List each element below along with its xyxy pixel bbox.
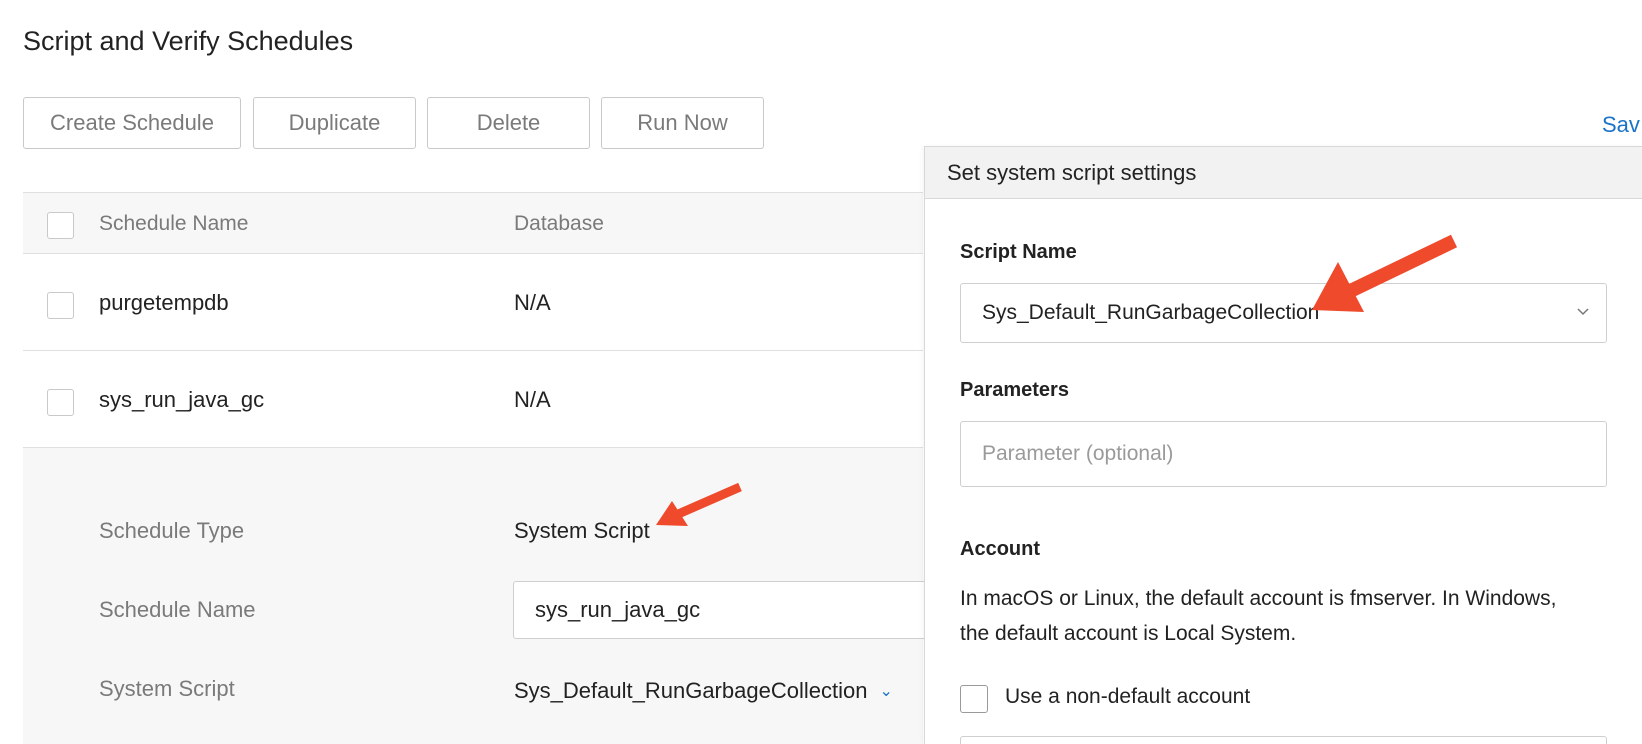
- delete-button[interactable]: Delete: [427, 97, 590, 149]
- parameters-placeholder: Parameter (optional): [982, 442, 1174, 465]
- account-name-input[interactable]: [960, 736, 1607, 744]
- create-schedule-button[interactable]: Create Schedule: [23, 97, 241, 149]
- chevron-down-icon: [1577, 308, 1589, 316]
- row-checkbox[interactable]: [47, 389, 74, 416]
- duplicate-button[interactable]: Duplicate: [253, 97, 416, 149]
- chevron-down-icon: ⌄: [879, 683, 893, 700]
- schedule-name-label: Schedule Name: [99, 597, 256, 622]
- script-name-value: Sys_Default_RunGarbageCollection: [982, 301, 1320, 324]
- parameters-input[interactable]: Parameter (optional): [960, 421, 1607, 487]
- system-script-label: System Script: [99, 676, 235, 701]
- annotation-arrow-icon: [1312, 234, 1458, 312]
- column-header-database[interactable]: Database: [514, 212, 604, 236]
- system-script-value: Sys_Default_RunGarbageCollection: [514, 678, 868, 703]
- schedule-type-label: Schedule Type: [99, 518, 245, 543]
- non-default-account-checkbox[interactable]: [960, 685, 988, 713]
- row-schedule-name: purgetempdb: [99, 290, 229, 315]
- account-label: Account: [960, 538, 1040, 560]
- table-header: Schedule Name Database: [23, 192, 923, 254]
- script-name-select[interactable]: Sys_Default_RunGarbageCollection: [960, 283, 1607, 343]
- save-link[interactable]: Sav: [1602, 112, 1640, 138]
- non-default-account-label[interactable]: Use a non-default account: [1005, 685, 1250, 709]
- row-checkbox[interactable]: [47, 292, 74, 319]
- schedule-name-input[interactable]: sys_run_java_gc: [513, 581, 933, 639]
- select-all-checkbox[interactable]: [47, 212, 74, 239]
- account-description: In macOS or Linux, the default account i…: [960, 587, 1557, 645]
- table-row[interactable]: sys_run_java_gc N/A: [23, 352, 923, 448]
- run-now-button[interactable]: Run Now: [601, 97, 764, 149]
- script-settings-panel: Set system script settings Script Name S…: [924, 146, 1642, 744]
- row-schedule-name: sys_run_java_gc: [99, 387, 265, 412]
- panel-title: Set system script settings: [925, 147, 1642, 199]
- page-title: Script and Verify Schedules: [23, 26, 354, 56]
- parameters-label: Parameters: [960, 379, 1069, 401]
- schedule-type-value: System Script: [514, 518, 650, 543]
- schedule-name-input-value: sys_run_java_gc: [535, 597, 701, 622]
- row-database: N/A: [514, 387, 551, 412]
- script-name-label: Script Name: [960, 241, 1077, 263]
- table-row[interactable]: purgetempdb N/A: [23, 255, 923, 351]
- system-script-select[interactable]: Sys_Default_RunGarbageCollection ⌄: [514, 678, 893, 704]
- schedule-details: Schedule Type System Script Schedule Nam…: [23, 448, 933, 744]
- column-header-schedule-name[interactable]: Schedule Name: [99, 212, 248, 236]
- row-database: N/A: [514, 290, 551, 315]
- annotation-arrow-icon: [656, 482, 742, 526]
